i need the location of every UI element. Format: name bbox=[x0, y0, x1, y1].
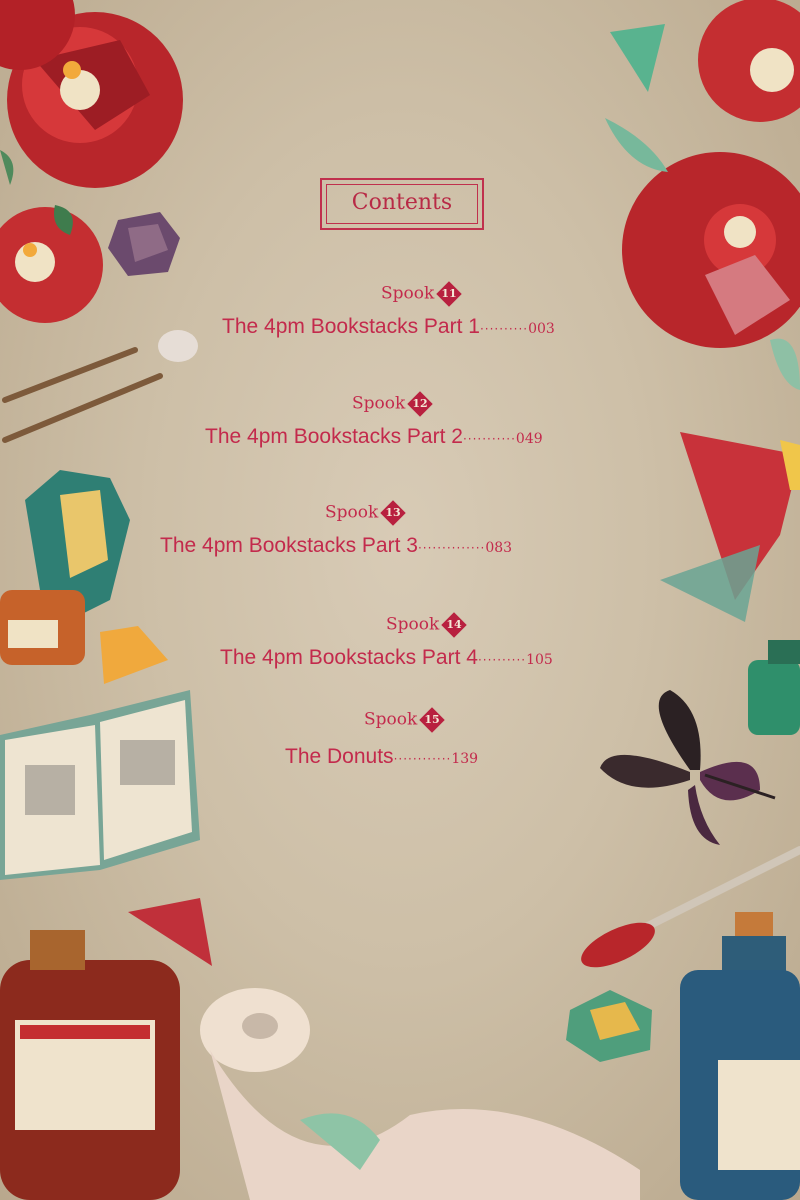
spook-word: Spook bbox=[386, 614, 440, 635]
gem-icon bbox=[610, 24, 665, 92]
toc-entry[interactable]: The 4pm Bookstacks Part 2···········049 bbox=[205, 425, 543, 453]
leader-dots: ·············· bbox=[417, 541, 486, 555]
open-book-icon bbox=[0, 690, 200, 880]
spook-word: Spook bbox=[352, 393, 406, 414]
chapter-number-badge: 13 bbox=[380, 499, 407, 526]
chapter-number-badge: 14 bbox=[441, 611, 468, 638]
leaf-icon bbox=[605, 118, 668, 172]
leader-dots: ·········· bbox=[479, 322, 529, 336]
toc-entry[interactable]: The 4pm Bookstacks Part 1··········003 bbox=[222, 315, 555, 343]
spook-word: Spook bbox=[325, 502, 379, 523]
stone-icon bbox=[158, 330, 198, 362]
spook-label: Spook 14 bbox=[386, 611, 468, 638]
chapter-number-badge: 11 bbox=[436, 280, 463, 307]
chapter-number: 12 bbox=[412, 396, 428, 410]
camellia-flower-icon bbox=[0, 207, 103, 323]
chapter-title: The 4pm Bookstacks Part 3 bbox=[160, 534, 418, 557]
spook-label: Spook 15 bbox=[364, 706, 446, 733]
page-number: 139 bbox=[451, 751, 479, 767]
bottle-icon bbox=[680, 912, 800, 1200]
page-number: 083 bbox=[485, 540, 513, 556]
chapter-number-badge: 15 bbox=[419, 706, 446, 733]
contents-heading: Contents bbox=[351, 190, 453, 215]
bottle-icon bbox=[0, 930, 180, 1200]
chapter-number: 14 bbox=[446, 617, 462, 631]
leader-dots: ··········· bbox=[462, 432, 516, 446]
toc-entry[interactable]: The Donuts············139 bbox=[285, 745, 478, 773]
tweezers-icon bbox=[2, 347, 163, 443]
toc-entry[interactable]: The 4pm Bookstacks Part 4··········105 bbox=[220, 646, 553, 674]
leader-dots: ·········· bbox=[477, 653, 527, 667]
page-number: 105 bbox=[526, 652, 553, 668]
spook-label: Spook 12 bbox=[352, 390, 434, 417]
gem-icon bbox=[128, 898, 212, 966]
chapter-number-badge: 12 bbox=[407, 390, 434, 417]
chapter-number: 11 bbox=[441, 286, 457, 300]
chapter-title: The Donuts bbox=[285, 745, 394, 768]
page-number: 003 bbox=[528, 321, 555, 337]
toc-entry[interactable]: The 4pm Bookstacks Part 3··············0… bbox=[160, 534, 512, 562]
camellia-flower-icon bbox=[0, 0, 183, 188]
contents-page: Contents Spook 11 The 4pm Bookstacks Part… bbox=[0, 0, 800, 1200]
contents-heading-box: Contents bbox=[320, 178, 484, 230]
chapter-number: 13 bbox=[385, 505, 401, 519]
chapter-title: The 4pm Bookstacks Part 2 bbox=[205, 425, 463, 448]
leader-dots: ············ bbox=[393, 752, 452, 766]
chapter-title: The 4pm Bookstacks Part 1 bbox=[222, 315, 480, 338]
leaf-icon bbox=[770, 338, 800, 390]
spook-label: Spook 13 bbox=[325, 499, 407, 526]
leaf-icon bbox=[0, 150, 14, 185]
gem-icon bbox=[100, 626, 168, 684]
chapter-title: The 4pm Bookstacks Part 4 bbox=[220, 646, 478, 669]
ink-bottle-icon bbox=[748, 640, 800, 735]
prism-icon bbox=[660, 432, 800, 622]
page-number: 049 bbox=[515, 431, 543, 447]
chapter-number: 15 bbox=[424, 712, 440, 726]
spook-word: Spook bbox=[364, 709, 418, 730]
spook-word: Spook bbox=[381, 283, 435, 304]
spook-label: Spook 11 bbox=[381, 280, 463, 307]
